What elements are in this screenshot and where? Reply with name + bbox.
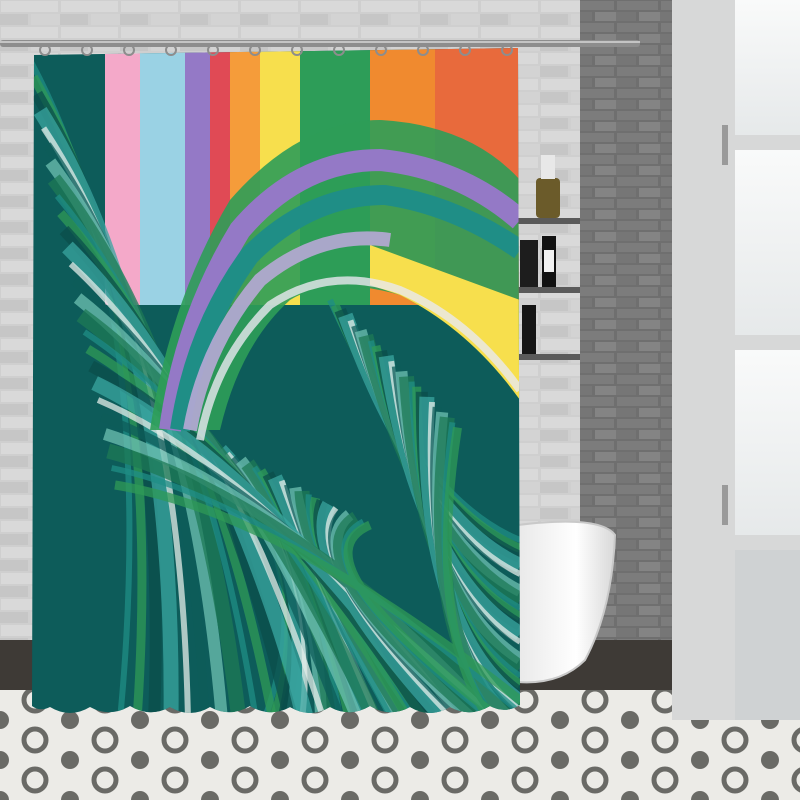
bottle xyxy=(520,240,538,287)
bottle xyxy=(541,155,555,179)
rainbow-stripe xyxy=(140,48,185,305)
window xyxy=(672,0,800,720)
bottle xyxy=(522,305,536,354)
bottle xyxy=(536,178,560,218)
shower-curtain xyxy=(32,48,520,713)
scene-canvas xyxy=(0,0,800,800)
bathroom-scene xyxy=(0,0,800,800)
bottle xyxy=(544,250,554,272)
